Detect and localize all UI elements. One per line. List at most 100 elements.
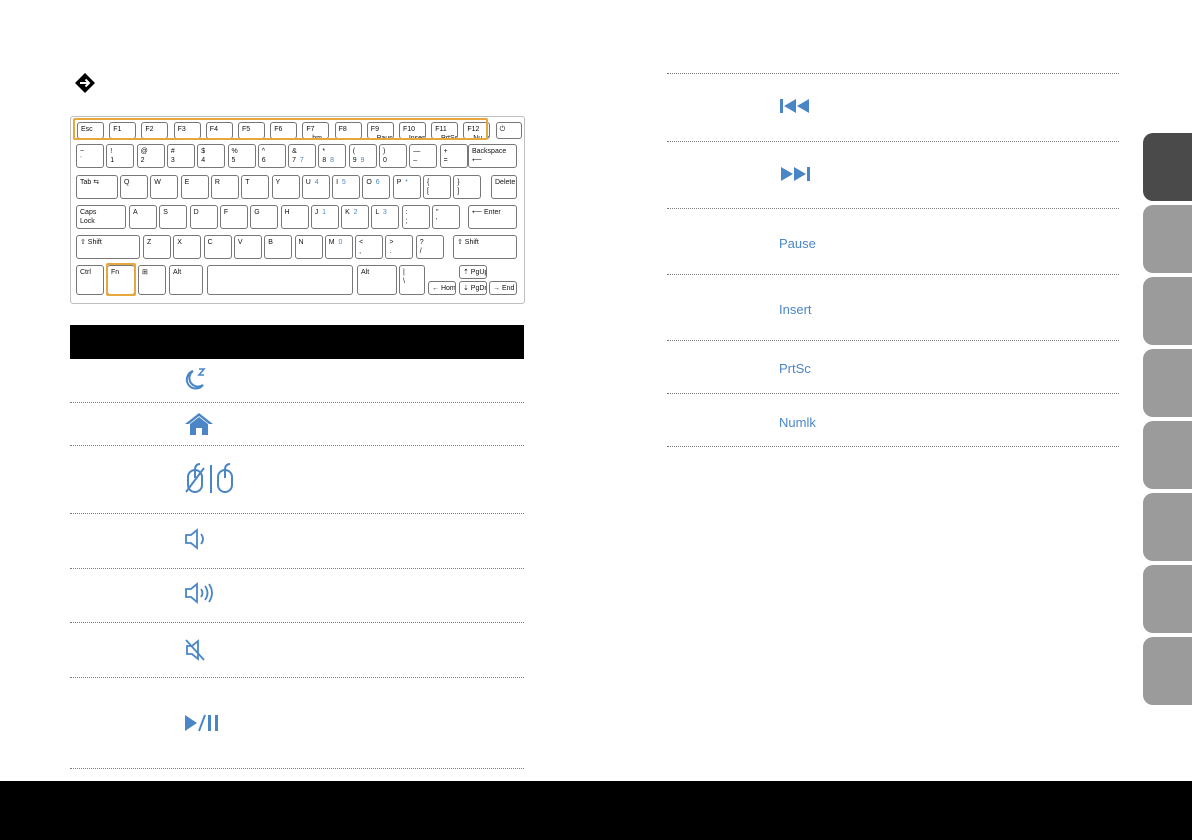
section-tab-5[interactable] (1143, 421, 1192, 489)
keyboard-key: | \ (399, 265, 425, 295)
keyboard-key: V (233, 235, 262, 259)
keyboard-key: ⏻ (495, 122, 522, 139)
keyboard-key: ~ ` (76, 144, 104, 168)
keyboard-key: } ] (453, 175, 482, 199)
row-divider (667, 446, 1119, 447)
keyboard-key: < , (355, 235, 384, 259)
keyboard-key: S (159, 205, 188, 229)
row-divider (70, 622, 524, 623)
keyboard-key: Z (143, 235, 171, 259)
keyboard-key: I 5 (332, 175, 361, 199)
keyboard-key: > . (385, 235, 414, 259)
volume-down-icon (185, 528, 204, 550)
keyboard-key: & 7 7 (288, 144, 317, 168)
keyboard-key: Caps Lock (76, 205, 126, 229)
keyboard-key: N (294, 235, 323, 259)
keyboard-key: # 3 (166, 144, 195, 168)
keyboard-key: P * (392, 175, 421, 199)
section-tab-2[interactable] (1143, 205, 1192, 273)
section-tab-3[interactable] (1143, 277, 1192, 345)
previous-track-icon (780, 99, 809, 113)
prtsc-label: PrtSc (779, 361, 811, 376)
section-tab-4[interactable] (1143, 349, 1192, 417)
keyboard-key: ⊞ (138, 265, 166, 295)
keyboard-key: % 5 (227, 144, 256, 168)
row-divider (70, 768, 524, 769)
keyboard-key: + = (439, 144, 468, 168)
keyboard-key: E (180, 175, 209, 199)
keyboard-illustration: EscF1F2F3F4F5F6F7 hmF8F9 PauseF10 Insert… (70, 116, 525, 304)
keyboard-key: — – (409, 144, 438, 168)
row-divider (667, 393, 1119, 394)
keyboard-key: { [ (423, 175, 451, 199)
keyboard-key: B (264, 235, 293, 259)
keyboard-key: " ' (432, 205, 460, 229)
row-divider (70, 445, 524, 446)
fn-key-highlight (106, 263, 136, 296)
keyboard-key: J 1 (310, 205, 339, 229)
keyboard-key: H (280, 205, 309, 229)
row-divider (667, 340, 1119, 341)
row-divider (667, 274, 1119, 275)
table-header-bar (70, 325, 524, 359)
keyboard-key: → End (489, 281, 517, 295)
row-divider (70, 568, 524, 569)
numlk-label: Numlk (779, 415, 816, 430)
keyboard-key: ) 0 (379, 144, 407, 168)
keyboard-key (207, 265, 353, 295)
keyboard-key: ( 9 9 (348, 144, 377, 168)
keyboard-key: ⇧ Shift (76, 235, 140, 259)
keyboard-key: C (203, 235, 232, 259)
section-tab-8[interactable] (1143, 637, 1192, 705)
volume-up-icon (185, 582, 213, 604)
keyboard-key: M 0 (324, 235, 353, 259)
footer-bar (0, 781, 1192, 840)
keyboard-key: Y (271, 175, 300, 199)
keyboard-key: ⇣ PgDn (459, 281, 487, 295)
keyboard-key: @ 2 (136, 144, 165, 168)
keyboard-key: D (189, 205, 218, 229)
keyboard-key: O 6 (362, 175, 391, 199)
next-track-icon (781, 167, 810, 181)
touchpad-toggle-icon (185, 463, 233, 493)
mute-icon (185, 639, 205, 661)
keyboard-key: W (150, 175, 179, 199)
keyboard-key: T (241, 175, 270, 199)
keyboard-key: ? / (415, 235, 444, 259)
keyboard-key: ! 1 (106, 144, 135, 168)
keyboard-key: R (210, 175, 239, 199)
keyboard-key: K 2 (341, 205, 370, 229)
arrow-diamond-icon (75, 73, 95, 93)
keyboard-key: * 8 8 (318, 144, 347, 168)
keyboard-key: ⟵ Enter (468, 205, 517, 229)
keyboard-key: ⇧ Shift (453, 235, 517, 259)
keyboard-key: Tab ⇆ (76, 175, 118, 199)
keyboard-key: Alt (169, 265, 203, 295)
keyboard-key: $ 4 (197, 144, 226, 168)
keyboard-key: : ; (401, 205, 430, 229)
keyboard-key: ^ 6 (257, 144, 286, 168)
keyboard-key: ⇡ PgUp (459, 265, 487, 279)
keyboard-key: Q (120, 175, 148, 199)
function-row-highlight (73, 118, 488, 140)
row-divider (70, 677, 524, 678)
keyboard-key: L 3 (371, 205, 400, 229)
play-pause-icon (185, 714, 218, 732)
section-tab-6[interactable] (1143, 493, 1192, 561)
keyboard-key: G (250, 205, 279, 229)
row-divider (667, 208, 1119, 209)
keyboard-key: Delete (491, 175, 517, 199)
home-icon (185, 413, 213, 435)
section-tab-7[interactable] (1143, 565, 1192, 633)
row-divider (667, 141, 1119, 142)
keyboard-key: Alt (357, 265, 397, 295)
row-divider (70, 513, 524, 514)
keyboard-key: Backspace ⟵ (468, 144, 517, 168)
keyboard-key: X (173, 235, 202, 259)
keyboard-key: F (219, 205, 248, 229)
section-tab-1[interactable] (1143, 133, 1192, 201)
insert-label: Insert (779, 302, 812, 317)
keyboard-key: ← Home (428, 281, 456, 295)
keyboard-key: U 4 (301, 175, 330, 199)
pause-label: Pause (779, 236, 816, 251)
